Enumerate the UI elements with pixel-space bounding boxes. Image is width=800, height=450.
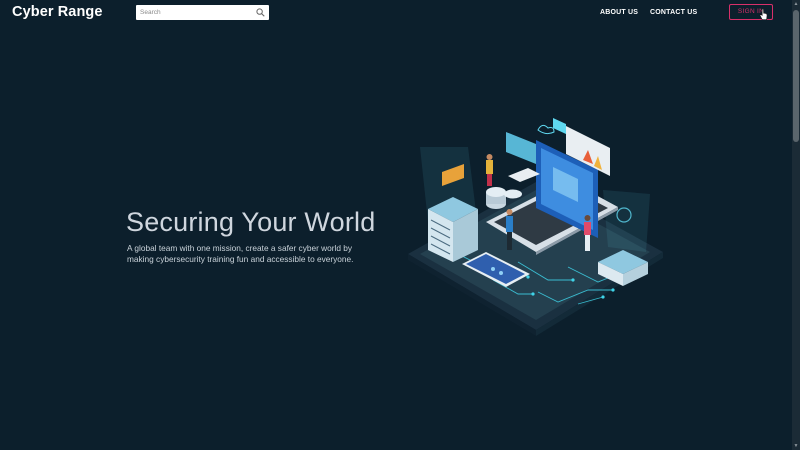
nav-link-about-us[interactable]: ABOUT US (600, 9, 638, 16)
search-box[interactable] (136, 5, 269, 20)
isometric-cybersecurity-illustration (408, 118, 663, 336)
mouse-pointer-icon (759, 8, 768, 21)
search-icon[interactable] (256, 8, 265, 17)
search-input[interactable] (136, 5, 248, 20)
hero-title: Securing Your World (126, 207, 376, 237)
vertical-scrollbar[interactable]: ▲ ▼ (792, 0, 800, 450)
brand-logo[interactable]: Cyber Range (12, 4, 103, 20)
top-navbar: Cyber Range ABOUT US CONTACT US SIGN IN (0, 0, 792, 26)
scrollbar-thumb[interactable] (793, 10, 799, 142)
scroll-up-arrow-icon[interactable]: ▲ (793, 1, 799, 7)
scroll-down-arrow-icon[interactable]: ▼ (793, 443, 799, 449)
nav-link-contact-us[interactable]: CONTACT US (650, 9, 697, 16)
hero-subtitle: A global team with one mission, create a… (127, 243, 354, 264)
